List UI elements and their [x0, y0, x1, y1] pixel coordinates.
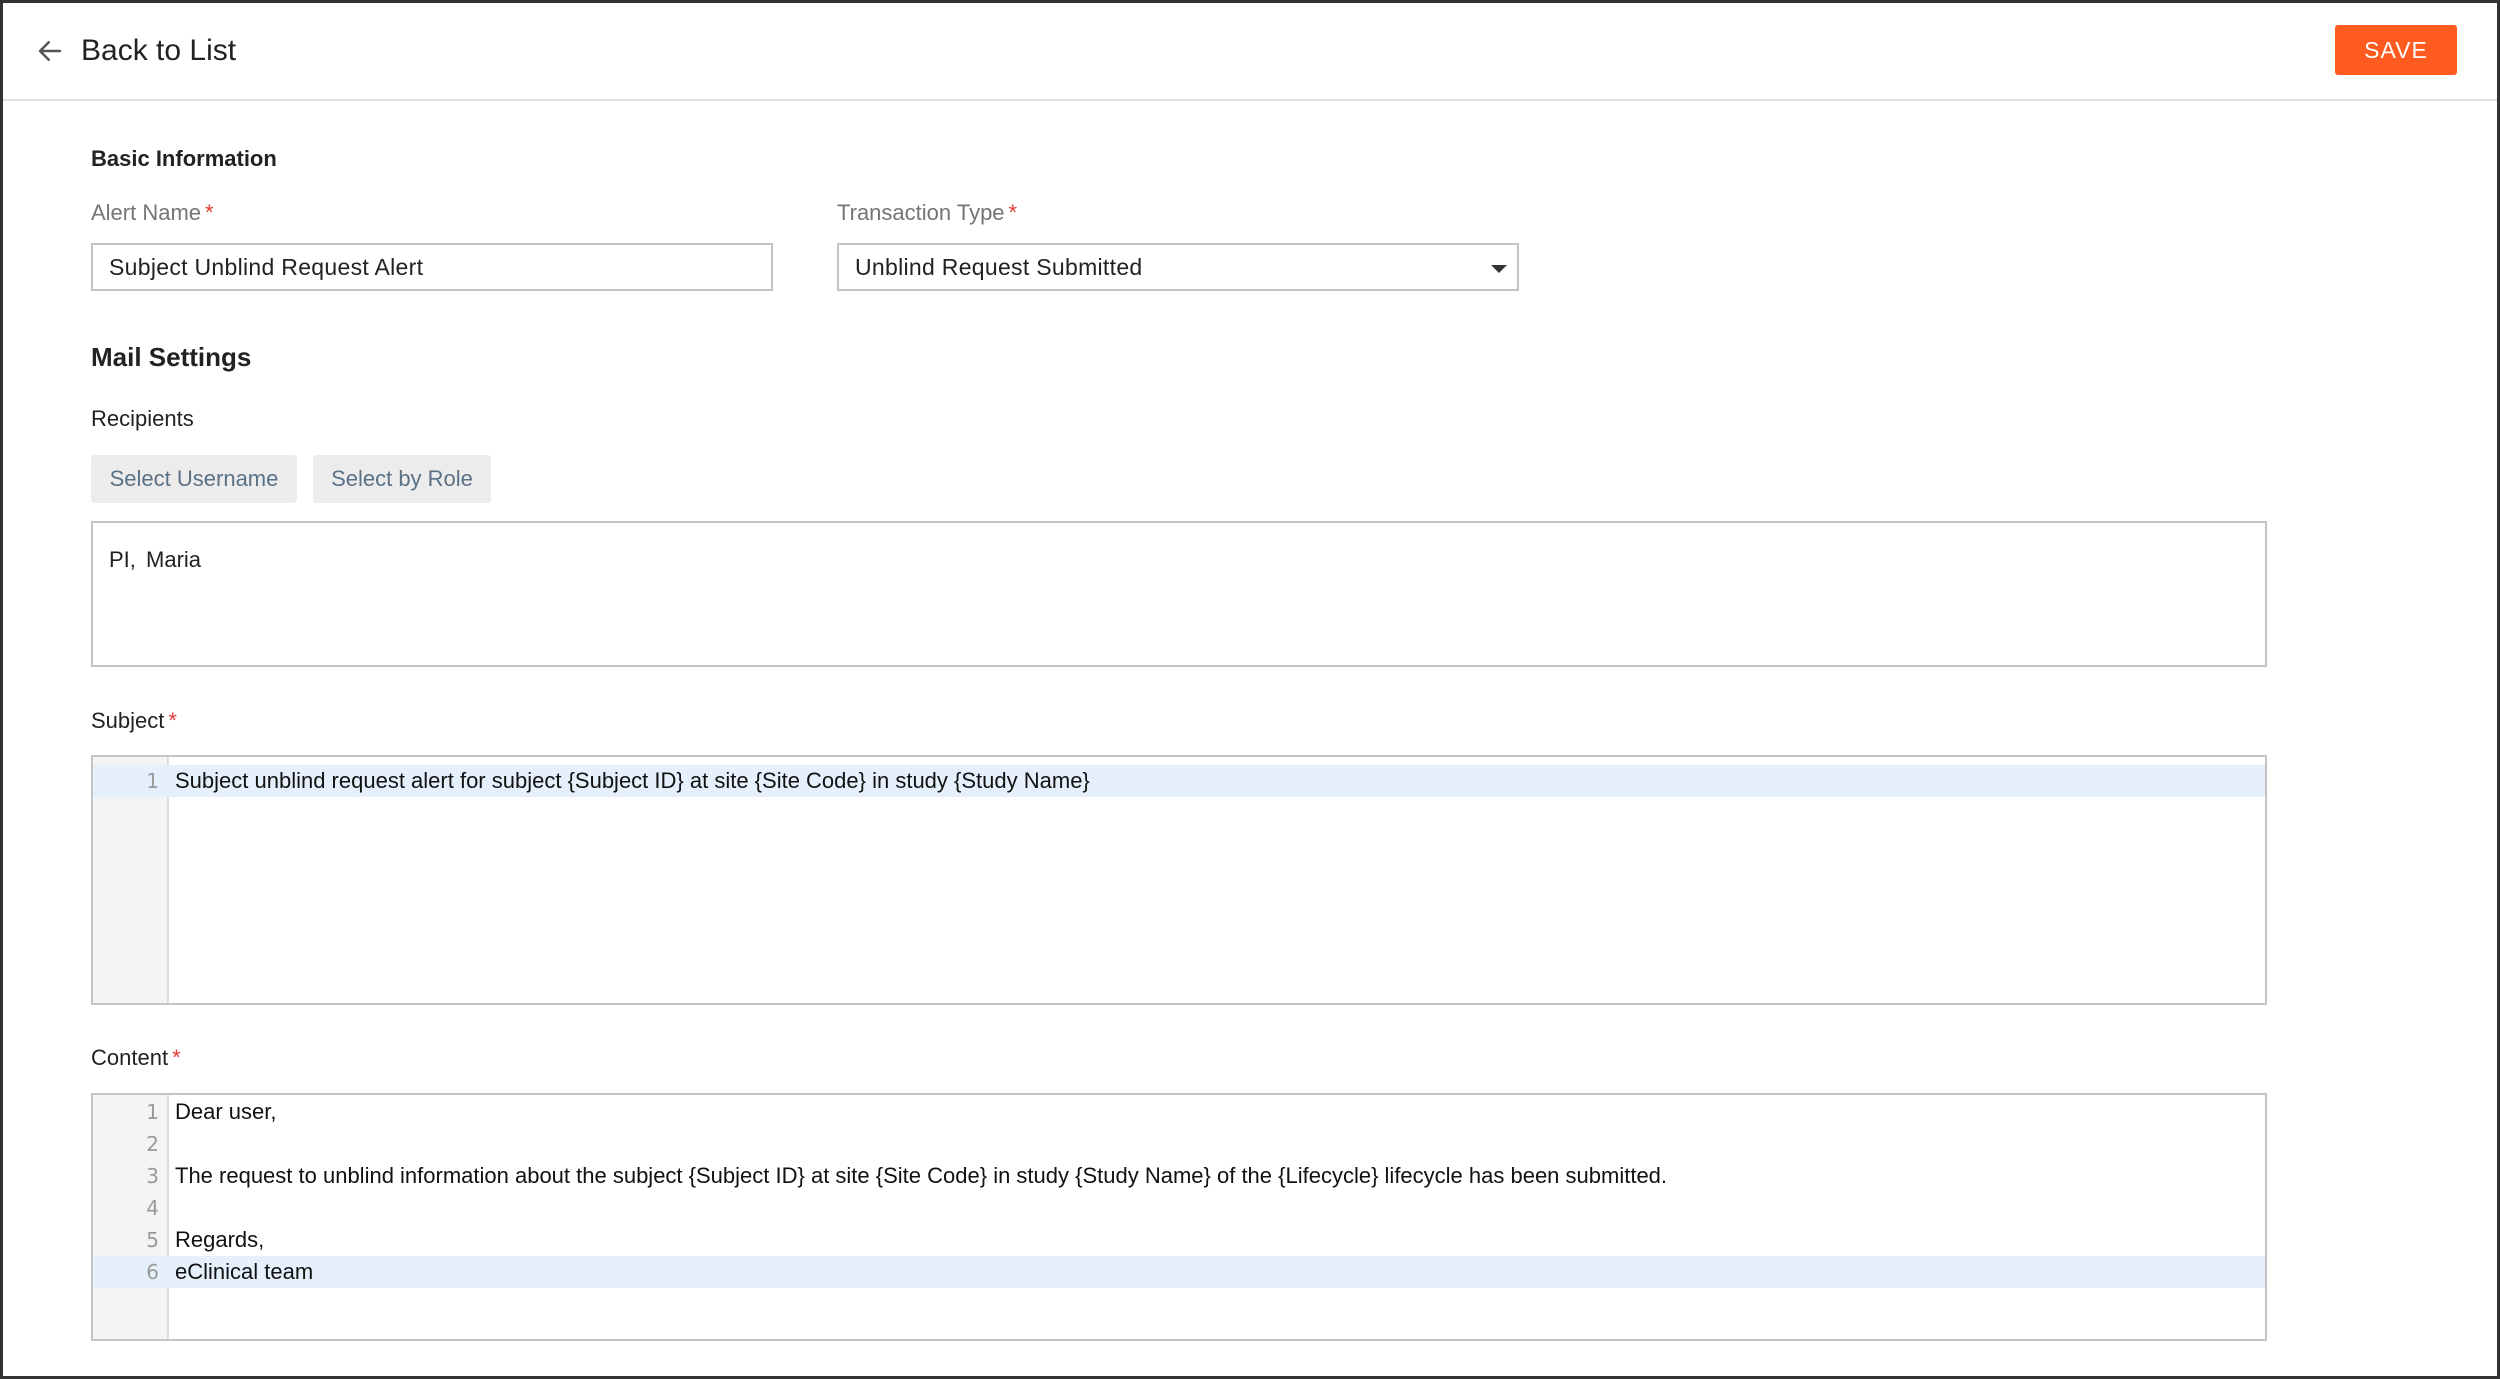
line-text: Dear user,: [175, 1099, 277, 1124]
caret-down-icon: [1491, 265, 1507, 273]
subject-editor[interactable]: 1 Subject unblind request alert for subj…: [91, 755, 2267, 1005]
basic-information-heading: Basic Information: [91, 146, 277, 171]
line-number: 2: [146, 1132, 159, 1156]
alert-name-value: Subject Unblind Request Alert: [109, 253, 424, 280]
line-number: 1: [146, 1100, 159, 1124]
line-text: eClinical team: [175, 1259, 314, 1284]
editor-line: 1 Subject unblind request alert for subj…: [93, 765, 2265, 797]
transaction-type-value: Unblind Request Submitted: [855, 253, 1143, 280]
required-marker: *: [1008, 200, 1018, 225]
editor-line: 5 Regards,: [93, 1224, 2265, 1256]
arrow-left-icon: [38, 41, 62, 61]
line-number: 6: [146, 1260, 159, 1284]
subject-label-text: Subject: [91, 708, 165, 733]
recipients-label: Recipients: [91, 406, 194, 431]
top-bar: Back to List SAVE: [3, 3, 2497, 101]
app-window: Back to List SAVE Basic Information Aler…: [0, 0, 2500, 1379]
subject-label: Subject *: [91, 708, 177, 734]
alert-name-label: Alert Name *: [91, 200, 214, 226]
transaction-type-select[interactable]: Unblind Request Submitted: [837, 243, 1519, 291]
save-button[interactable]: SAVE: [2335, 25, 2457, 75]
line-number: 5: [146, 1228, 159, 1252]
select-username-button[interactable]: Select Username: [91, 455, 297, 503]
line-number: 1: [146, 769, 159, 793]
back-to-list-label: Back to List: [81, 34, 237, 67]
alert-name-label-text: Alert Name: [91, 200, 202, 225]
recipients-value: PI, Maria: [109, 547, 202, 572]
editor-line: 1 Dear user,: [93, 1096, 2265, 1128]
editor-line: 2: [93, 1128, 2265, 1160]
required-marker: *: [168, 708, 177, 733]
required-marker: *: [205, 200, 214, 225]
line-text: Subject unblind request alert for subjec…: [175, 768, 1090, 793]
line-number: 4: [146, 1196, 159, 1220]
line-text: Regards,: [175, 1227, 265, 1252]
editor-line: 3 The request to unblind information abo…: [93, 1160, 2265, 1192]
select-by-role-button[interactable]: Select by Role: [313, 455, 491, 503]
mail-settings-heading: Mail Settings: [91, 342, 252, 372]
content-editor[interactable]: 1 Dear user, 2 3 The request to unblind …: [91, 1093, 2267, 1341]
required-marker: *: [172, 1045, 181, 1070]
back-to-list-link[interactable]: Back to List: [35, 29, 236, 73]
recipients-field[interactable]: PI, Maria: [91, 521, 2267, 667]
line-text: The request to unblind information about…: [175, 1163, 1668, 1188]
content-label-text: Content: [91, 1045, 169, 1070]
editor-line: 6 eClinical team: [93, 1256, 2265, 1288]
line-number: 3: [146, 1164, 159, 1188]
editor-line: 4: [93, 1192, 2265, 1224]
transaction-type-label-text: Transaction Type: [837, 200, 1005, 225]
transaction-type-label: Transaction Type *: [837, 200, 1017, 226]
content-label: Content *: [91, 1045, 181, 1071]
alert-name-input[interactable]: Subject Unblind Request Alert: [91, 243, 773, 291]
